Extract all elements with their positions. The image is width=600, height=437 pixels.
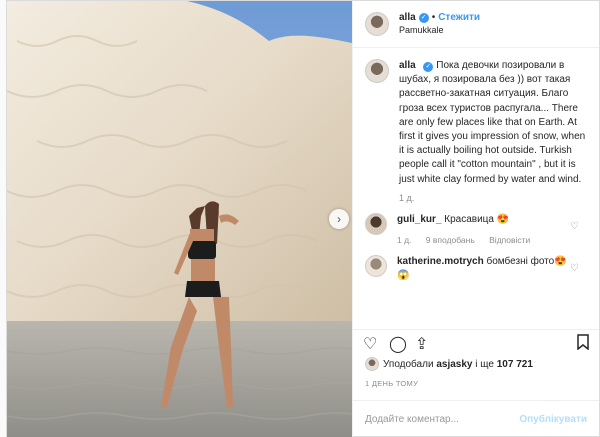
comment-avatar[interactable]	[365, 212, 387, 235]
action-bar: ♡ ◯ ⇪	[353, 329, 599, 357]
comment-avatar[interactable]	[365, 254, 387, 277]
caption-avatar[interactable]	[365, 59, 389, 83]
comment-likes[interactable]: 9 вподобань	[426, 235, 475, 245]
bookmark-icon[interactable]	[577, 334, 589, 355]
comment-text: Красавица 😍	[444, 213, 510, 225]
post-sidebar: alla ✓ • Стежити Pamukkale alla ✓ Пока д…	[352, 1, 599, 437]
likes-middle: і ще	[475, 358, 494, 370]
share-icon[interactable]: ⇪	[415, 334, 428, 354]
author-username[interactable]: alla	[399, 12, 416, 24]
reply-button[interactable]: Відповісти	[489, 235, 530, 245]
comment-time[interactable]: 1 д.	[397, 235, 411, 245]
liker-avatar[interactable]	[365, 357, 379, 371]
heart-icon[interactable]: ♡	[363, 334, 377, 354]
post-photo[interactable]: ›	[7, 1, 352, 437]
post-timestamp[interactable]: 1 ДЕНЬ ТОМУ	[365, 379, 418, 388]
comment-username[interactable]: katherine.motrych	[397, 256, 484, 267]
likes-prefix: Уподобали	[383, 358, 434, 370]
caption-text: Пока девочки позировали в шубах, я позир…	[399, 60, 586, 185]
verified-badge-icon: ✓	[418, 13, 429, 23]
caption-username[interactable]: alla	[399, 60, 416, 71]
verified-badge-icon: ✓	[423, 62, 434, 72]
comment-input[interactable]: Додайте коментар...	[365, 414, 519, 425]
comments-section: alla ✓ Пока девочки позировали в шубах, …	[365, 59, 591, 283]
author-avatar[interactable]	[365, 12, 389, 36]
separator-dot: •	[431, 12, 436, 23]
next-photo-button[interactable]: ›	[329, 209, 349, 229]
like-comment-icon[interactable]: ♡	[570, 221, 579, 232]
likes-count[interactable]: 107 721	[497, 359, 533, 370]
chevron-right-icon: ›	[337, 212, 341, 226]
post-header: alla ✓ • Стежити Pamukkale	[353, 1, 599, 48]
comment-item: guli_kur_ Красавица 😍 1 д. 9 вподобань В…	[365, 212, 591, 247]
liker-username[interactable]: asjasky	[436, 359, 472, 370]
add-comment-bar: Додайте коментар... Опублікувати	[353, 400, 599, 437]
like-comment-icon[interactable]: ♡	[570, 263, 579, 274]
caption-time[interactable]: 1 д.	[399, 193, 591, 203]
caption: alla ✓ Пока девочки позировали в шубах, …	[365, 59, 591, 187]
publish-button[interactable]: Опублікувати	[519, 414, 587, 425]
location-link[interactable]: Pamukkale	[399, 24, 480, 36]
comment-icon[interactable]: ◯	[389, 334, 407, 354]
comment-username[interactable]: guli_kur_	[397, 214, 441, 225]
comment-item: katherine.motrych бомбезні фото😍😱 ♡	[365, 254, 591, 283]
post-photo-image	[7, 1, 352, 437]
likes-summary: Уподобали asjasky і ще 107 721	[365, 357, 533, 371]
post-container: › alla ✓ • Стежити Pamukkale alla ✓ Пока…	[6, 0, 600, 437]
follow-button[interactable]: Стежити	[438, 12, 480, 24]
